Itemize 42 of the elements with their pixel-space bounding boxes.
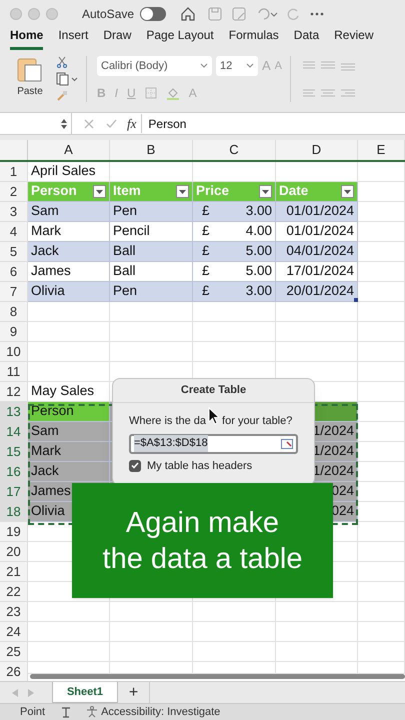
autosave-label: AutoSave bbox=[82, 6, 134, 22]
cell-value: 5.00 bbox=[246, 262, 272, 280]
cell-value: 3.00 bbox=[246, 282, 272, 300]
currency-symbol: £ bbox=[201, 282, 210, 300]
table-cell: 20/01/2024 bbox=[276, 282, 358, 302]
table-cell: Pencil bbox=[110, 222, 193, 242]
table-cell: 01/01/2024 bbox=[276, 222, 358, 242]
table-cell: Mark bbox=[28, 442, 110, 462]
table-cell: Pen bbox=[110, 282, 193, 302]
table-cell: Person bbox=[28, 402, 110, 422]
table-cell: May Sales bbox=[28, 382, 110, 402]
currency-symbol: £ bbox=[201, 202, 210, 220]
table-cell: Sam bbox=[28, 422, 110, 442]
status-mode: Point bbox=[20, 704, 46, 720]
table-cell: Jack bbox=[28, 462, 110, 482]
table-cell: Pen bbox=[110, 202, 193, 222]
currency-symbol: £ bbox=[201, 242, 210, 260]
table-cell: 01/01/2024 bbox=[276, 202, 358, 222]
dialog-prompt: Where is the da bbox=[129, 414, 206, 429]
column-title: Date bbox=[279, 182, 308, 200]
caption-text: the data a table bbox=[102, 542, 302, 576]
column-title: Item bbox=[113, 182, 141, 200]
table-cell: James bbox=[28, 262, 110, 282]
cell-value: 3.00 bbox=[246, 202, 272, 220]
cell-value: 5.00 bbox=[246, 242, 272, 260]
checkbox-label: My table has headers bbox=[147, 458, 252, 474]
table-cell: Sam bbox=[28, 202, 110, 222]
table-cell: April Sales bbox=[28, 162, 110, 182]
table-cell: 17/01/2024 bbox=[276, 262, 358, 282]
formula-content: Person bbox=[148, 116, 186, 132]
table-cell: Ball bbox=[110, 262, 193, 282]
dialog-title: Create Table bbox=[180, 383, 246, 398]
table-cell: 04/01/2024 bbox=[276, 242, 358, 262]
table-cell: Jack bbox=[28, 242, 110, 262]
currency-symbol: £ bbox=[201, 262, 210, 280]
currency-symbol: £ bbox=[201, 222, 210, 240]
column-title: Person bbox=[31, 182, 77, 200]
cell-value: 4.00 bbox=[246, 222, 272, 240]
table-cell: Ball bbox=[110, 242, 193, 262]
table-cell: Mark bbox=[28, 222, 110, 242]
table-cell: Olivia bbox=[28, 282, 110, 302]
column-title: Price bbox=[196, 182, 230, 200]
